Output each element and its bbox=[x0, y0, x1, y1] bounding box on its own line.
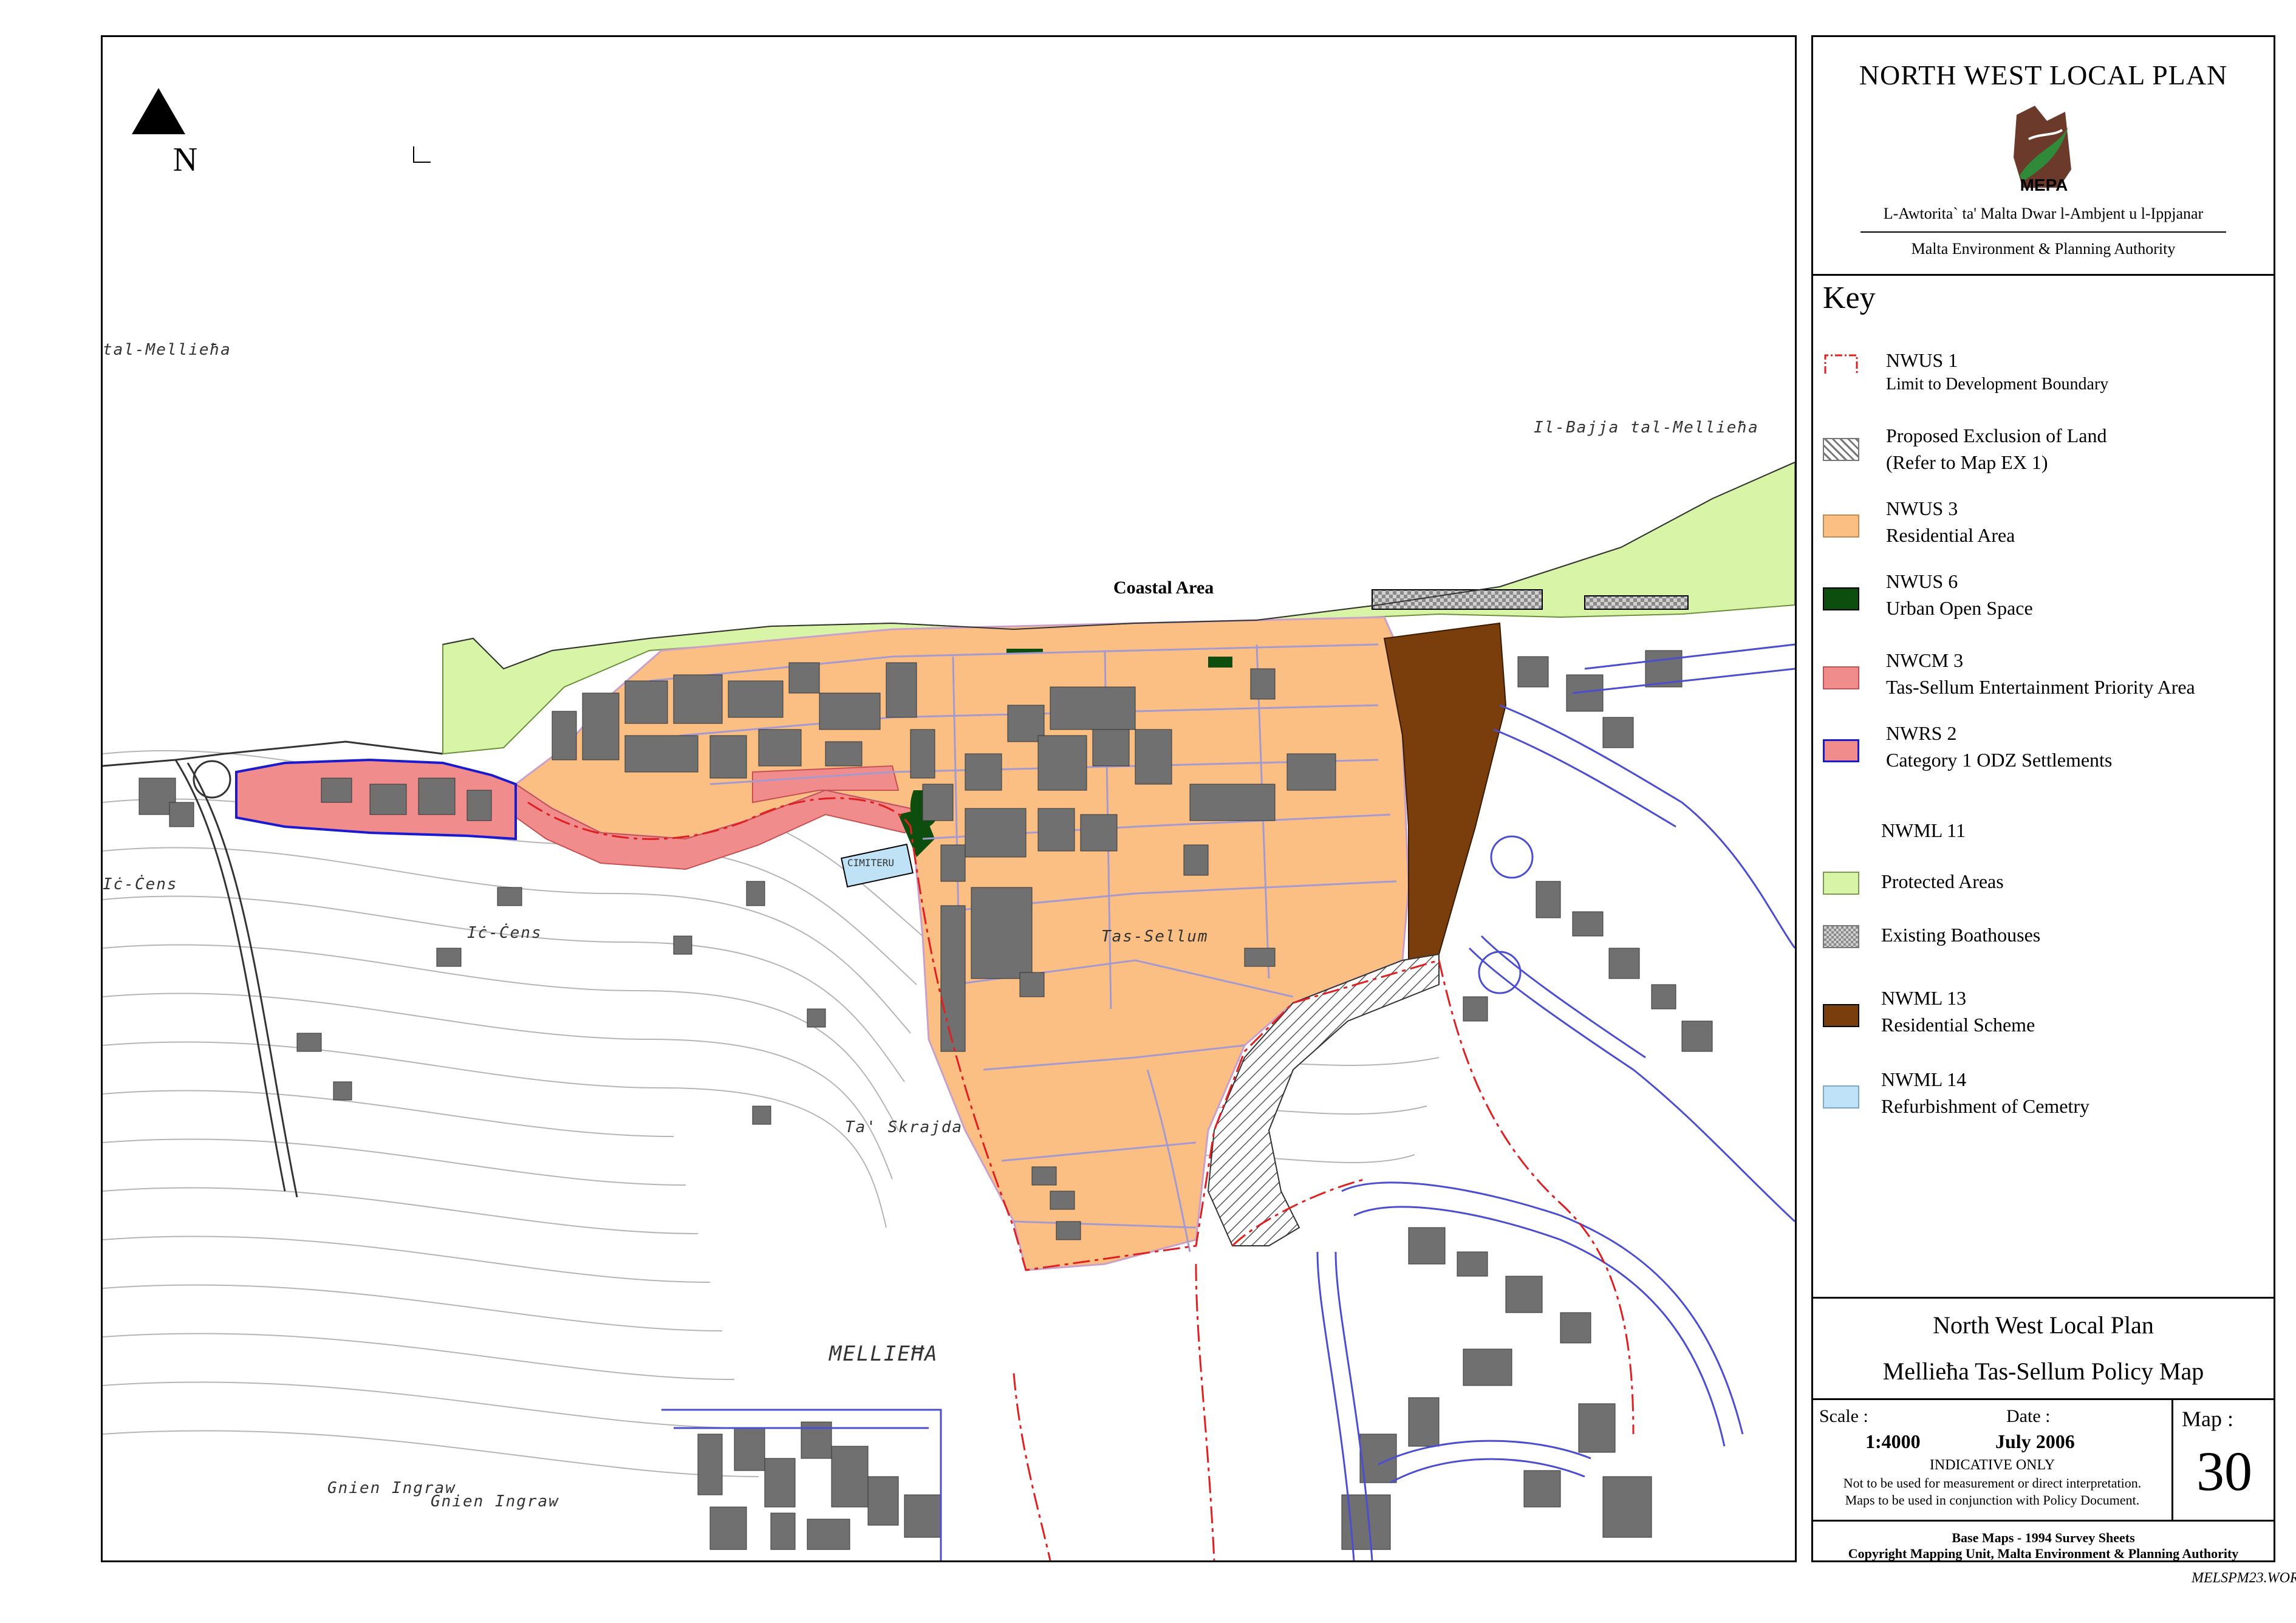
key-code: NWML 14 bbox=[1881, 1068, 1967, 1090]
key-code: Existing Boathouses bbox=[1881, 924, 2041, 946]
usage-note: Not to be used for measurement or direct… bbox=[1843, 1475, 2142, 1491]
open-space-swatch bbox=[1823, 587, 1859, 610]
map-number: 30 bbox=[2196, 1440, 2252, 1502]
urban-open-space bbox=[1208, 657, 1232, 668]
cemetery-label: CIMITERU bbox=[847, 857, 895, 869]
key-code: NWRS 2 bbox=[1886, 722, 1957, 744]
base-map-line: Base Maps - 1994 Survey Sheets bbox=[1952, 1530, 2135, 1545]
footer-title: North West Local Plan bbox=[1933, 1311, 2154, 1339]
key-code: NWUS 1 bbox=[1886, 349, 1958, 371]
key-label: Residential Area bbox=[1886, 524, 2015, 546]
policy-map bbox=[103, 88, 1795, 1560]
place-label: Il-Bajja tal-Mellieħa bbox=[1534, 419, 1759, 437]
title-block: North West Local Plan Mellieħa Tas-Sellu… bbox=[1813, 1297, 2274, 1562]
existing-boathouses bbox=[1584, 595, 1689, 610]
key-code: Proposed Exclusion of Land bbox=[1886, 425, 2107, 446]
place-label-coastal-area: Coastal Area bbox=[1113, 578, 1214, 598]
date-value: July 2006 bbox=[1995, 1430, 2075, 1452]
place-label: Ta' Skrajda bbox=[845, 1118, 963, 1136]
key-code: NWUS 6 bbox=[1886, 570, 1958, 592]
key-label: Residential Scheme bbox=[1881, 1014, 2035, 1036]
entertainment-swatch bbox=[1823, 666, 1859, 689]
scale-label: Scale : bbox=[1819, 1406, 1868, 1426]
boathouse-swatch bbox=[1823, 925, 1859, 948]
place-label: Gnien Ingraw bbox=[431, 1492, 559, 1511]
authority-maltese: L-Awtorita` ta' Malta Dwar l-Ambjent u l… bbox=[1883, 205, 2204, 222]
key-label: Urban Open Space bbox=[1886, 597, 2033, 619]
copyright-line: Copyright Mapping Unit, Malta Environmen… bbox=[1848, 1546, 2239, 1561]
place-label: Iċ-Ċens bbox=[467, 924, 542, 942]
place-label: Tas-Sellum bbox=[1101, 928, 1209, 946]
corner-mark bbox=[413, 146, 431, 163]
odz-swatch bbox=[1823, 739, 1859, 762]
key-label: Refurbishment of Cemetry bbox=[1881, 1095, 2090, 1117]
file-reference: MELSPM23.WOR bbox=[2192, 1570, 2296, 1586]
key-code: NWCM 3 bbox=[1886, 649, 1964, 671]
key-title: Key bbox=[1823, 281, 1876, 315]
north-label: N bbox=[173, 141, 198, 179]
key-code: NWML 13 bbox=[1881, 987, 1967, 1009]
key-label: Category 1 ODZ Settlements bbox=[1886, 749, 2113, 771]
legend-panel: NORTH WEST LOCAL PLAN MEPA L-Awtorita` t… bbox=[1811, 35, 2275, 1562]
residential-swatch bbox=[1823, 514, 1859, 538]
divider bbox=[1860, 231, 2226, 233]
logo-text: MEPA bbox=[2020, 176, 2068, 194]
map-number-box: Map : 30 bbox=[2171, 1400, 2275, 1522]
dashed-boundary-icon bbox=[1824, 354, 1858, 374]
map-details: Scale : 1:4000 Date : July 2006 INDICATI… bbox=[1813, 1398, 2274, 1522]
key-label: Limit to Development Boundary bbox=[1886, 375, 2109, 394]
authority-english: Malta Environment & Planning Authority bbox=[1911, 240, 2176, 258]
map-label: Map : bbox=[2182, 1407, 2233, 1431]
scheme-swatch bbox=[1823, 1004, 1859, 1027]
plan-title: NORTH WEST LOCAL PLAN bbox=[1859, 60, 2228, 91]
key-label: (Refer to Map EX 1) bbox=[1886, 451, 2048, 473]
cemetery-swatch bbox=[1823, 1085, 1859, 1109]
date-label: Date : bbox=[2006, 1406, 2051, 1426]
base-map-credit: Base Maps - 1994 Survey Sheets Copyright… bbox=[1813, 1520, 2274, 1564]
panel-header: NORTH WEST LOCAL PLAN MEPA L-Awtorita` t… bbox=[1813, 37, 2274, 276]
place-label: MELLIEĦA bbox=[829, 1342, 938, 1366]
key-code: NWML 11 bbox=[1881, 819, 1966, 841]
key-code: Protected Areas bbox=[1881, 870, 2004, 892]
map-title: Mellieħa Tas-Sellum Policy Map bbox=[1882, 1358, 2204, 1385]
map-frame[interactable]: N tal-Mellieħa Il-Bajja tal-Mellieħa Coa… bbox=[101, 35, 1797, 1562]
hatch-swatch bbox=[1823, 438, 1859, 461]
key-label: Tas-Sellum Entertainment Priority Area bbox=[1886, 676, 2195, 698]
protected-swatch bbox=[1823, 872, 1859, 895]
place-label: Iċ-Ċens bbox=[103, 875, 178, 894]
north-arrow-icon bbox=[132, 88, 185, 134]
indicative-note: INDICATIVE ONLY bbox=[1929, 1457, 2055, 1473]
usage-note: Maps to be used in conjunction with Poli… bbox=[1845, 1492, 2140, 1508]
key-code: NWUS 3 bbox=[1886, 497, 1958, 519]
place-label: tal-Mellieħa bbox=[103, 341, 231, 359]
scale-value: 1:4000 bbox=[1865, 1430, 1921, 1452]
